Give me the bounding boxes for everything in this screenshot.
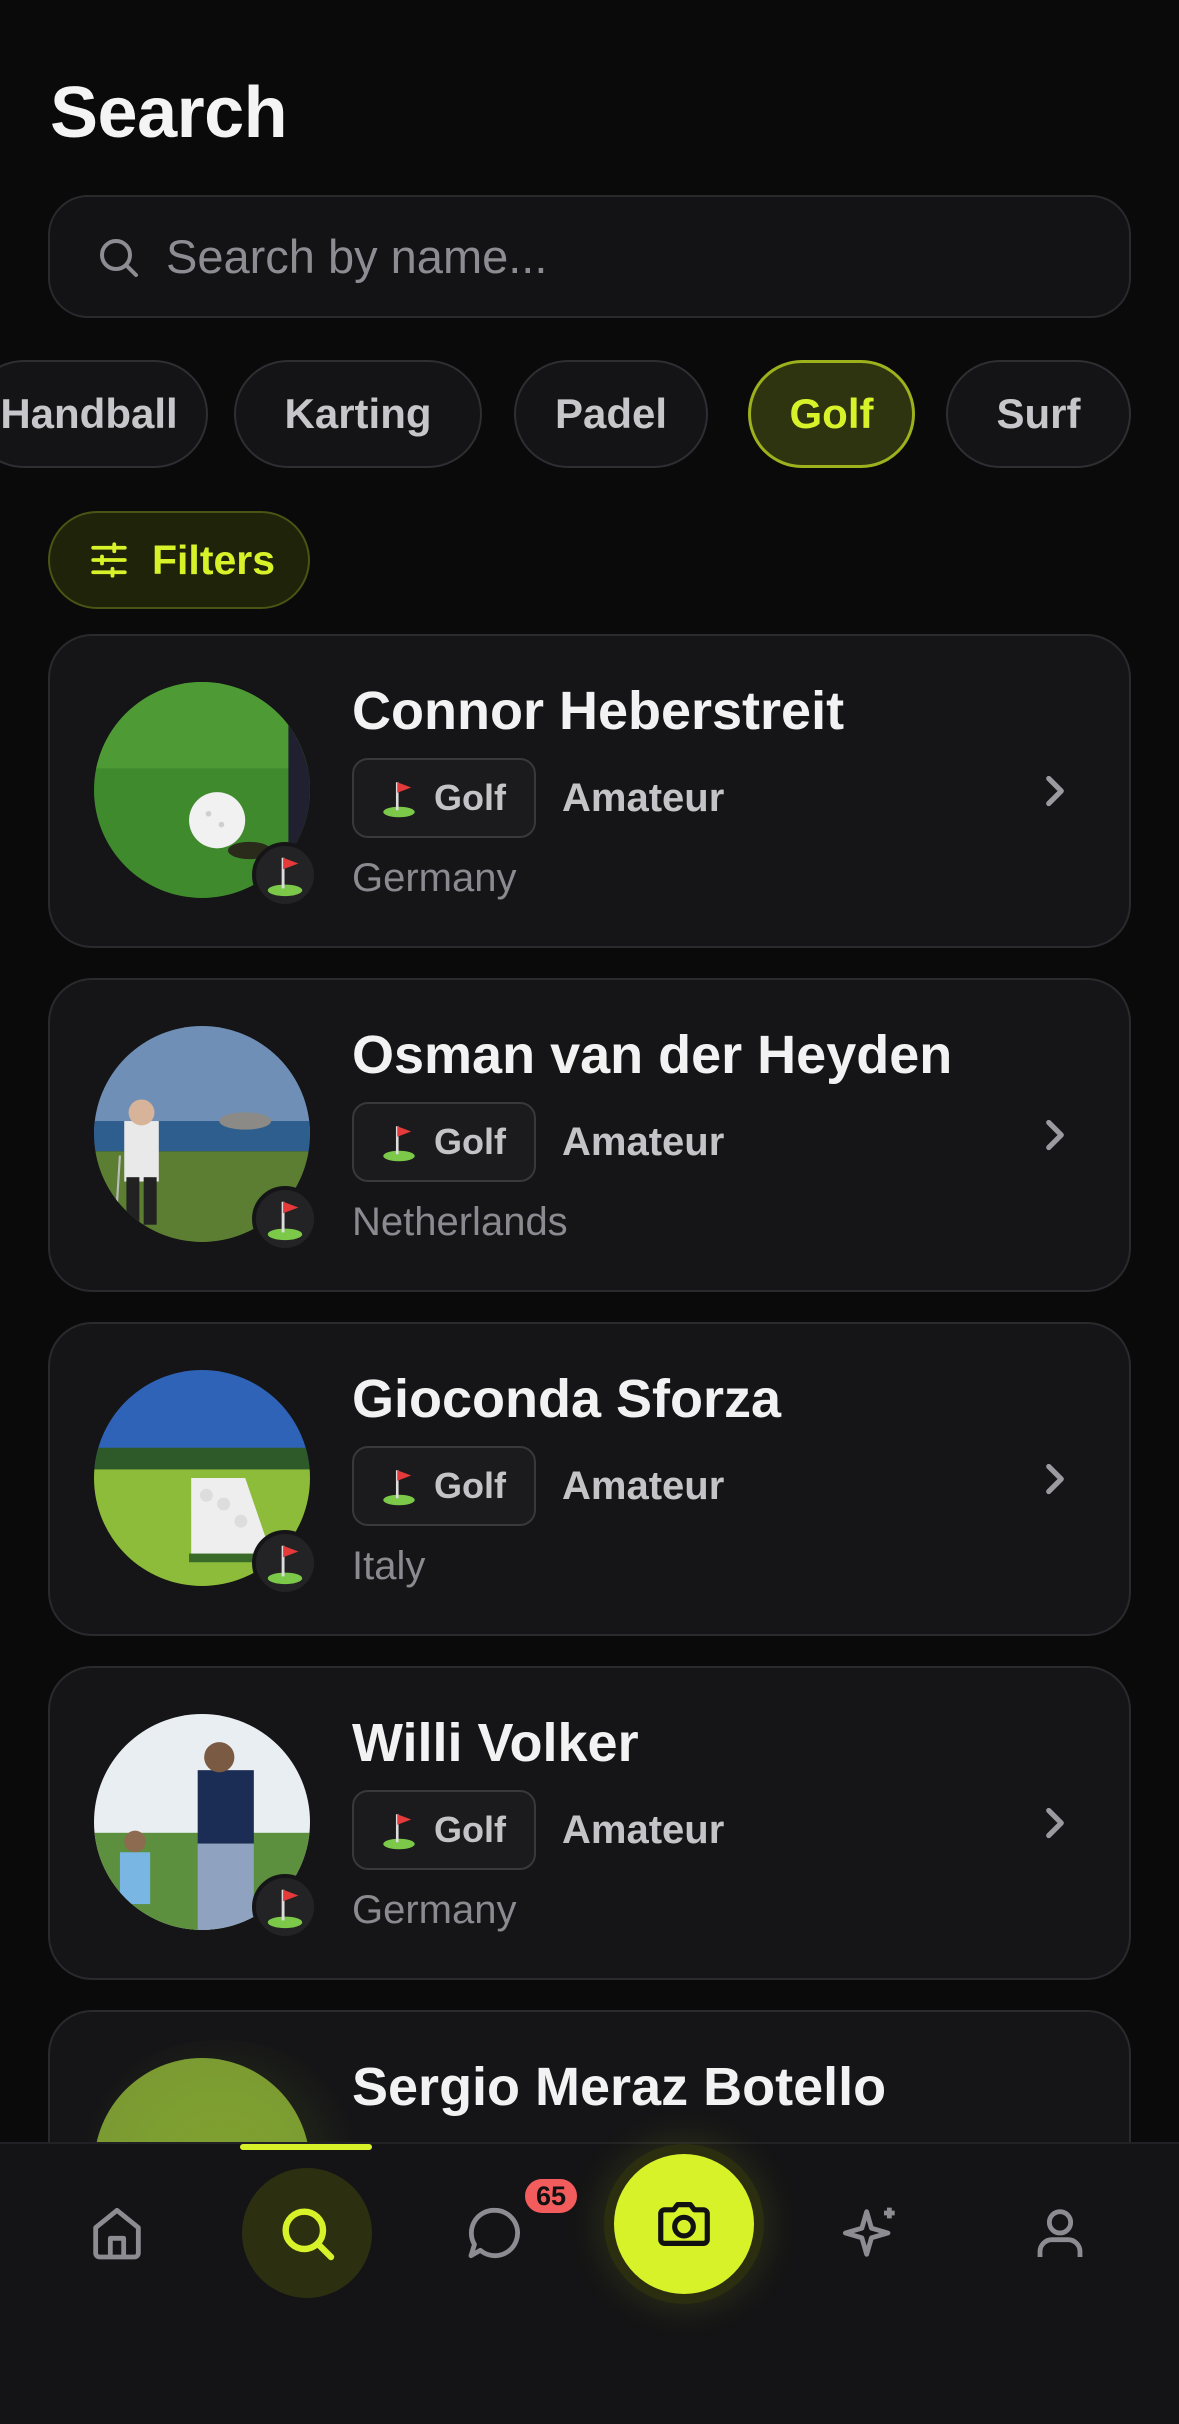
golf-flag-icon xyxy=(383,1814,415,1850)
sliders-icon xyxy=(91,542,127,578)
sport-tag: Golf xyxy=(352,758,536,838)
chip-golf[interactable]: Golf xyxy=(748,360,915,468)
athlete-country: Germany xyxy=(352,1888,517,1932)
page-title: Search xyxy=(50,73,288,153)
active-tab-indicator xyxy=(240,2144,372,2150)
athlete-level: Amateur xyxy=(562,1808,725,1852)
athlete-name: Connor Heberstreit xyxy=(352,681,845,741)
golf-flag-icon xyxy=(383,1126,415,1162)
chevron-right-icon xyxy=(1046,1463,1064,1495)
athlete-name: Osman van der Heyden xyxy=(352,1025,953,1085)
messages-badge: 65 xyxy=(522,2176,580,2216)
chip-karting[interactable]: Karting xyxy=(234,360,482,468)
athlete-level: Amateur xyxy=(562,1464,725,1508)
chevron-right-icon xyxy=(1046,775,1064,807)
athlete-card[interactable]: Osman van der Heyden Golf Amateur Nether… xyxy=(48,978,1131,1292)
chevron-right-icon xyxy=(1046,1807,1064,1839)
athlete-card[interactable]: Willi Volker Golf Amateur Germany xyxy=(48,1666,1131,1980)
search-icon xyxy=(282,2208,335,2261)
tab-search[interactable] xyxy=(242,2168,372,2298)
filters-label: Filters xyxy=(152,536,276,583)
sparkle-icon xyxy=(842,2207,895,2257)
athlete-country: Germany xyxy=(352,856,517,900)
golf-flag-icon xyxy=(252,1530,318,1596)
sport-label: Golf xyxy=(434,1809,506,1850)
athlete-level: Amateur xyxy=(562,1120,725,1164)
golf-flag-icon xyxy=(252,1874,318,1940)
sport-label: Golf xyxy=(434,1121,506,1162)
sport-tag: Golf xyxy=(352,1446,536,1526)
tab-profile[interactable] xyxy=(995,2168,1125,2298)
sport-label: Golf xyxy=(434,1465,506,1506)
athlete-card[interactable]: Connor Heberstreit Golf Amateur Germany xyxy=(48,634,1131,948)
chat-icon xyxy=(468,2207,520,2259)
camera-icon xyxy=(658,2202,710,2246)
athlete-card[interactable]: Gioconda Sforza Golf Amateur Italy xyxy=(48,1322,1131,1636)
chip-surf[interactable]: Surf xyxy=(946,360,1131,468)
tab-home[interactable] xyxy=(52,2168,182,2298)
search-bar[interactable] xyxy=(48,195,1131,318)
home-icon xyxy=(93,2207,141,2260)
athlete-country: Italy xyxy=(352,1544,426,1588)
golf-flag-icon xyxy=(252,842,318,908)
search-icon xyxy=(100,238,138,277)
athlete-country: Netherlands xyxy=(352,1200,568,1244)
camera-button[interactable] xyxy=(614,2154,754,2294)
sport-chip-row: Handball Karting Padel Golf Surf xyxy=(0,360,1179,470)
sport-tag: Golf xyxy=(352,1102,536,1182)
athlete-name: Sergio Meraz Botello xyxy=(352,2057,887,2117)
golf-flag-icon xyxy=(252,1186,318,1252)
athlete-name: Gioconda Sforza xyxy=(352,1369,782,1429)
athlete-level: Amateur xyxy=(562,776,725,820)
chevron-right-icon xyxy=(1046,1119,1064,1151)
athlete-name: Willi Volker xyxy=(352,1713,639,1773)
chip-handball[interactable]: Handball xyxy=(0,360,208,468)
search-input[interactable] xyxy=(166,229,1066,284)
filters-button[interactable]: Filters xyxy=(48,511,310,609)
tab-discover[interactable] xyxy=(807,2168,937,2298)
sport-tag: Golf xyxy=(352,1790,536,1870)
bottom-tab-bar: 65 xyxy=(0,2142,1179,2424)
golf-flag-icon xyxy=(383,782,415,818)
profile-icon xyxy=(1037,2209,1083,2257)
golf-flag-icon xyxy=(383,1470,415,1506)
chip-padel[interactable]: Padel xyxy=(514,360,708,468)
sport-label: Golf xyxy=(434,777,506,818)
